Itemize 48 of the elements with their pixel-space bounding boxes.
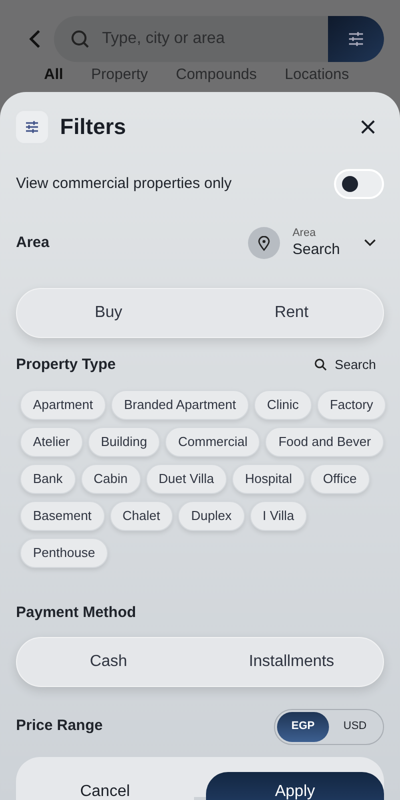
search-field[interactable]: Type, city or area [54,16,384,62]
property-type-chip[interactable]: Clinic [254,390,312,420]
area-picker[interactable]: Area Search [248,227,376,260]
property-type-label: Property Type [16,354,116,374]
apply-button[interactable]: Apply [206,772,384,800]
payment-method-label: Payment Method [16,603,138,623]
sliders-icon [25,120,39,132]
segment-option[interactable]: Cash [17,638,200,686]
segment-option[interactable]: Rent [200,288,383,336]
segment-option[interactable]: Buy [17,288,200,336]
property-type-chip[interactable]: Branded Apartment [110,390,250,420]
currency-option[interactable]: USD [329,712,381,742]
property-type-chip[interactable]: Duet Villa [146,464,228,494]
property-type-chip[interactable]: Food and Bever [265,427,384,457]
property-type-chip[interactable]: Duplex [178,501,245,531]
location-pin-icon [248,227,280,260]
property-type-chip[interactable]: Penthouse [20,538,108,568]
property-type-chip[interactable]: Building [88,427,160,457]
back-icon[interactable] [28,29,42,49]
property-type-search[interactable]: Search [314,355,376,374]
property-type-chip[interactable]: Chalet [110,501,174,531]
property-type-chip[interactable]: Apartment [20,390,106,420]
chevron-down-icon [364,239,376,248]
property-type-chip[interactable]: I Villa [250,501,308,531]
property-type-chip[interactable]: Hospital [232,464,305,494]
search-icon [314,358,327,372]
property-type-chip[interactable]: Basement [20,501,105,531]
currency-option[interactable]: EGP [277,712,329,742]
search-icon [70,29,90,49]
segment-option[interactable]: Installments [200,638,383,686]
property-type-chip[interactable]: Office [310,464,370,494]
property-type-chip[interactable]: Commercial [165,427,260,457]
close-icon[interactable] [360,118,376,134]
sheet-title: Filters [60,113,126,141]
property-type-chip[interactable]: Atelier [20,427,83,457]
sliders-icon [348,32,364,46]
property-type-chip[interactable]: Bank [20,464,76,494]
filter-button[interactable] [328,16,384,62]
commercial-label: View commercial properties only [16,174,232,194]
search-field[interactable]: Type, city or area [102,27,328,51]
property-type-chip[interactable]: Factory [316,390,386,420]
category-tab[interactable]: All [44,66,64,84]
area-value: Search [292,240,340,260]
property-type-chip[interactable]: Cabin [80,464,141,494]
price-range-label: Price Range [16,716,103,736]
area-caption: Area [292,227,317,241]
area-label: Area [16,233,50,253]
commercial-toggle[interactable] [334,169,384,199]
